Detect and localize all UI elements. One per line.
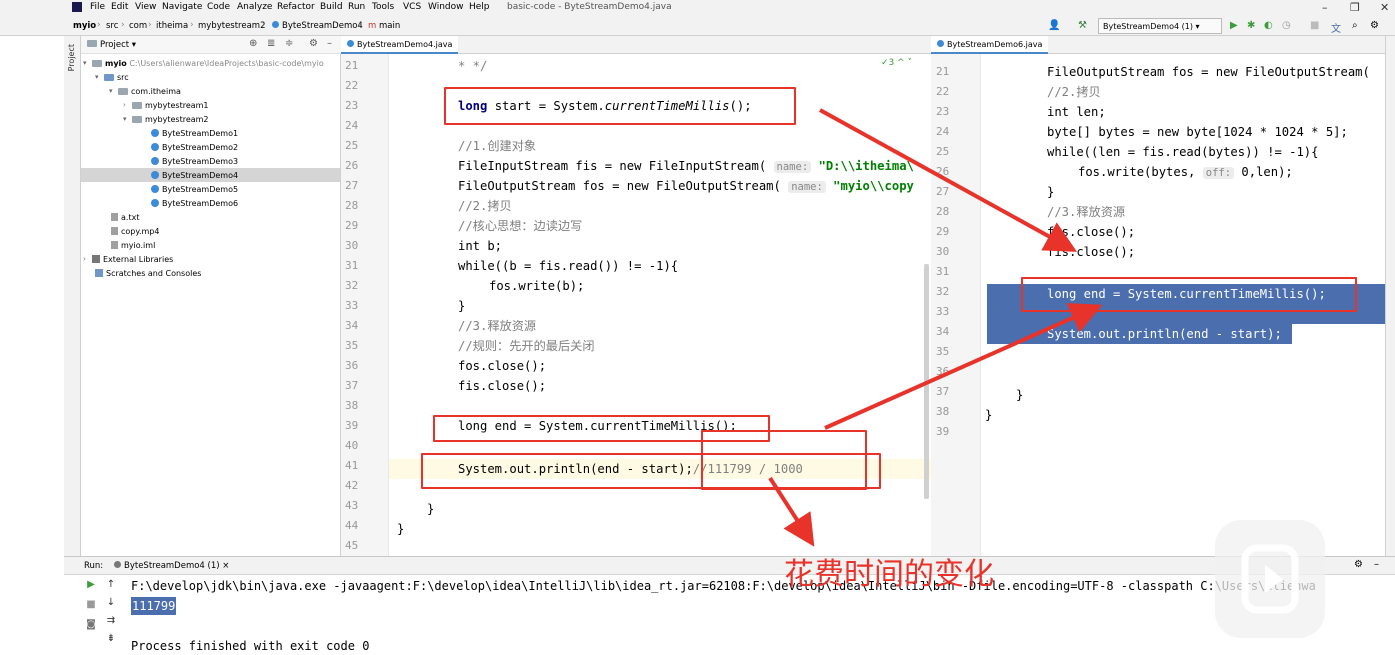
arrow-to-caption bbox=[768, 476, 815, 547]
annotation-arrows bbox=[768, 108, 1103, 547]
video-play-watermark bbox=[1215, 520, 1325, 638]
arrow-start-to-right bbox=[819, 108, 1078, 252]
arrow-end-to-right bbox=[824, 303, 1103, 430]
annotation-caption: 花费时间的变化 bbox=[784, 557, 994, 592]
play-icon bbox=[1241, 544, 1299, 614]
